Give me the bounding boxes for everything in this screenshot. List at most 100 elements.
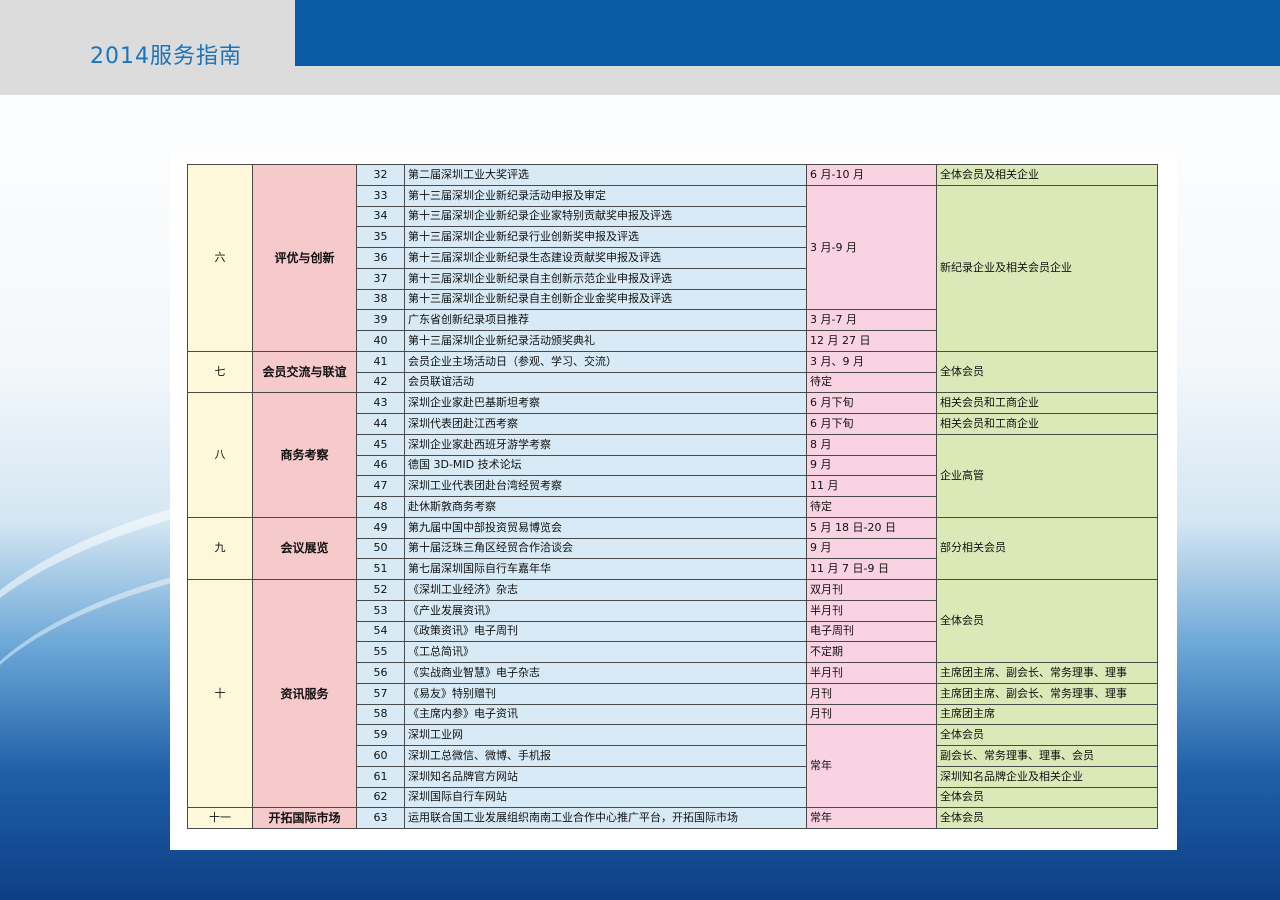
item-audience: 主席团主席、副会长、常务理事、理事	[936, 682, 1158, 705]
item-audience: 企业高管	[936, 433, 1158, 518]
item-number: 52	[356, 579, 405, 601]
item-audience: 全体会员	[936, 786, 1158, 809]
item-number: 38	[356, 288, 405, 311]
item-time: 3 月、9 月	[806, 350, 937, 373]
item-name: 深圳国际自行车网站	[404, 786, 807, 809]
item-audience: 副会长、常务理事、理事、会员	[936, 745, 1158, 767]
item-name: 深圳知名品牌官方网站	[404, 765, 807, 788]
item-number: 57	[356, 682, 405, 705]
item-name: 第十三届深圳企业新纪录活动颁奖典礼	[404, 330, 807, 352]
item-number: 35	[356, 226, 405, 248]
item-number: 37	[356, 267, 405, 290]
item-name: 《工总简讯》	[404, 641, 807, 663]
item-number: 49	[356, 516, 405, 539]
table-row: 六 评优与创新 32 第二届深圳工业大奖评选 6 月-10 月 全体会员及相关企…	[187, 164, 1158, 352]
item-name: 第十三届深圳企业新纪录活动申报及审定	[404, 184, 807, 207]
item-number: 33	[356, 184, 405, 207]
item-name: 第九届中国中部投资贸易博览会	[404, 516, 807, 539]
section-number: 六	[187, 164, 253, 352]
section-category: 开拓国际市场	[252, 807, 357, 829]
item-audience: 新纪录企业及相关会员企业	[936, 184, 1158, 352]
item-time: 月刊	[806, 682, 937, 705]
item-number: 60	[356, 745, 405, 767]
item-time: 6 月-10 月	[806, 164, 937, 186]
item-time: 半月刊	[806, 599, 937, 622]
item-name: 深圳工总微信、微博、手机报	[404, 745, 807, 767]
item-name: 第七届深圳国际自行车嘉年华	[404, 558, 807, 580]
item-name: 会员联谊活动	[404, 371, 807, 394]
page-title: 2014服务指南	[90, 44, 242, 69]
item-name: 德国 3D-MID 技术论坛	[404, 454, 807, 477]
item-time: 9 月	[806, 537, 937, 560]
item-name: 《易友》特别赠刊	[404, 682, 807, 705]
item-name: 《实战商业智慧》电子杂志	[404, 662, 807, 684]
item-time: 12 月 27 日	[806, 330, 937, 352]
item-time: 双月刊	[806, 579, 937, 601]
item-name: 《政策资讯》电子周刊	[404, 620, 807, 643]
item-time: 6 月下旬	[806, 413, 937, 435]
item-time: 半月刊	[806, 662, 937, 684]
item-name: 第十三届深圳企业新纪录自主创新示范企业申报及评选	[404, 267, 807, 290]
item-audience: 全体会员	[936, 350, 1158, 394]
section-category: 资讯服务	[252, 578, 357, 809]
item-name: 深圳企业家赴巴基斯坦考察	[404, 392, 807, 414]
item-number: 40	[356, 330, 405, 352]
item-name: 《产业发展资讯》	[404, 599, 807, 622]
item-number: 39	[356, 309, 405, 331]
item-audience: 主席团主席	[936, 703, 1158, 726]
item-number: 36	[356, 247, 405, 269]
item-name: 广东省创新纪录项目推荐	[404, 309, 807, 331]
item-number: 41	[356, 350, 405, 373]
item-number: 34	[356, 205, 405, 228]
item-time: 电子周刊	[806, 620, 937, 643]
item-name: 《主席内参》电子资讯	[404, 703, 807, 726]
item-time: 5 月 18 日-20 日	[806, 516, 937, 539]
item-time: 待定	[806, 371, 937, 394]
item-name: 第十三届深圳企业新纪录企业家特别贡献奖申报及评选	[404, 205, 807, 228]
item-name: 深圳工业代表团赴台湾经贸考察	[404, 475, 807, 497]
item-audience: 全体会员	[936, 579, 1158, 663]
section-number: 十	[187, 578, 253, 809]
item-time: 3 月-9 月	[806, 184, 937, 311]
section-number: 九	[187, 516, 253, 581]
item-number: 45	[356, 433, 405, 456]
section-category: 会议展览	[252, 516, 357, 581]
item-number: 58	[356, 703, 405, 726]
item-name: 深圳企业家赴西班牙游学考察	[404, 433, 807, 456]
item-name: 第十三届深圳企业新纪录自主创新企业金奖申报及评选	[404, 288, 807, 311]
item-time: 8 月	[806, 433, 937, 456]
item-time: 6 月下旬	[806, 392, 937, 414]
item-audience: 全体会员	[936, 807, 1158, 829]
item-number: 54	[356, 620, 405, 643]
section-category: 会员交流与联谊	[252, 350, 357, 394]
item-number: 44	[356, 413, 405, 435]
item-name: 会员企业主场活动日（参观、学习、交流）	[404, 350, 807, 373]
item-name: 第二届深圳工业大奖评选	[404, 164, 807, 186]
item-audience: 相关会员和工商企业	[936, 413, 1158, 435]
header-blue-band	[295, 0, 1280, 66]
item-number: 46	[356, 454, 405, 477]
table-row: 七 会员交流与联谊 41 会员企业主场活动日（参观、学习、交流） 3 月、9 月…	[187, 350, 1158, 394]
item-time: 待定	[806, 496, 937, 518]
item-number: 32	[356, 164, 405, 186]
table-row: 九 会议展览 49 第九届中国中部投资贸易博览会 5 月 18 日-20 日 部…	[187, 516, 1158, 581]
item-number: 56	[356, 662, 405, 684]
item-audience: 部分相关会员	[936, 516, 1158, 581]
table-row: 八 商务考察 43 深圳企业家赴巴基斯坦考察 6 月下旬 相关会员和工商企业	[187, 392, 1158, 518]
item-time: 月刊	[806, 703, 937, 726]
item-time: 常年	[806, 724, 937, 809]
section-number: 八	[187, 392, 253, 518]
item-number: 42	[356, 371, 405, 394]
item-audience: 全体会员及相关企业	[936, 164, 1158, 186]
item-name: 深圳代表团赴江西考察	[404, 413, 807, 435]
item-audience: 深圳知名品牌企业及相关企业	[936, 765, 1158, 788]
item-number: 50	[356, 537, 405, 560]
section-category: 商务考察	[252, 392, 357, 518]
service-schedule-table: 六 评优与创新 32 第二届深圳工业大奖评选 6 月-10 月 全体会员及相关企…	[187, 164, 1158, 829]
item-number: 47	[356, 475, 405, 497]
item-number: 63	[356, 807, 405, 829]
item-time: 常年	[806, 807, 937, 829]
item-number: 43	[356, 392, 405, 414]
item-number: 48	[356, 496, 405, 518]
item-name: 第十届泛珠三角区经贸合作洽谈会	[404, 537, 807, 560]
